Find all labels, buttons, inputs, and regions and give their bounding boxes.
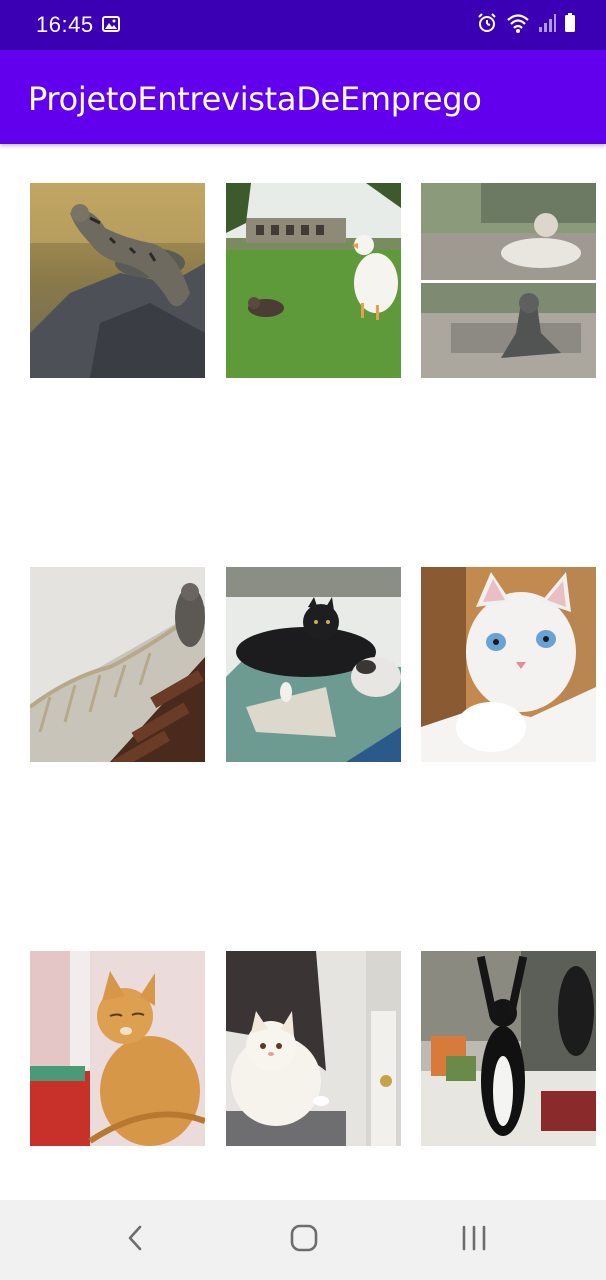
home-icon — [289, 1223, 319, 1258]
status-time: 16:45 — [36, 12, 94, 37]
home-button[interactable] — [274, 1220, 334, 1260]
grid-image-6[interactable] — [421, 567, 596, 762]
grid-image-4[interactable] — [30, 567, 205, 762]
grid-image-5[interactable] — [226, 567, 401, 762]
grid-image-3[interactable] — [421, 183, 596, 378]
back-icon — [125, 1224, 145, 1257]
grid-image-2[interactable] — [226, 183, 401, 378]
recents-icon — [459, 1224, 489, 1257]
grid-image-9[interactable] — [421, 951, 596, 1146]
gallery-icon — [102, 16, 120, 32]
battery-icon — [564, 12, 576, 38]
navigation-bar — [0, 1200, 606, 1280]
image-grid[interactable] — [0, 145, 606, 1200]
signal-icon — [538, 13, 556, 38]
status-bar: 16:45 — [0, 0, 606, 50]
grid-image-7[interactable] — [30, 951, 205, 1146]
grid-image-8[interactable] — [226, 951, 401, 1146]
app-title: ProjetoEntrevistaDeEmprego — [28, 80, 482, 118]
recents-button[interactable] — [444, 1220, 504, 1260]
alarm-icon — [476, 12, 498, 39]
wifi-icon — [506, 12, 530, 39]
app-bar: ProjetoEntrevistaDeEmprego — [0, 50, 606, 144]
status-icons — [476, 12, 576, 39]
back-button[interactable] — [105, 1220, 165, 1260]
grid-image-1[interactable] — [30, 183, 205, 378]
